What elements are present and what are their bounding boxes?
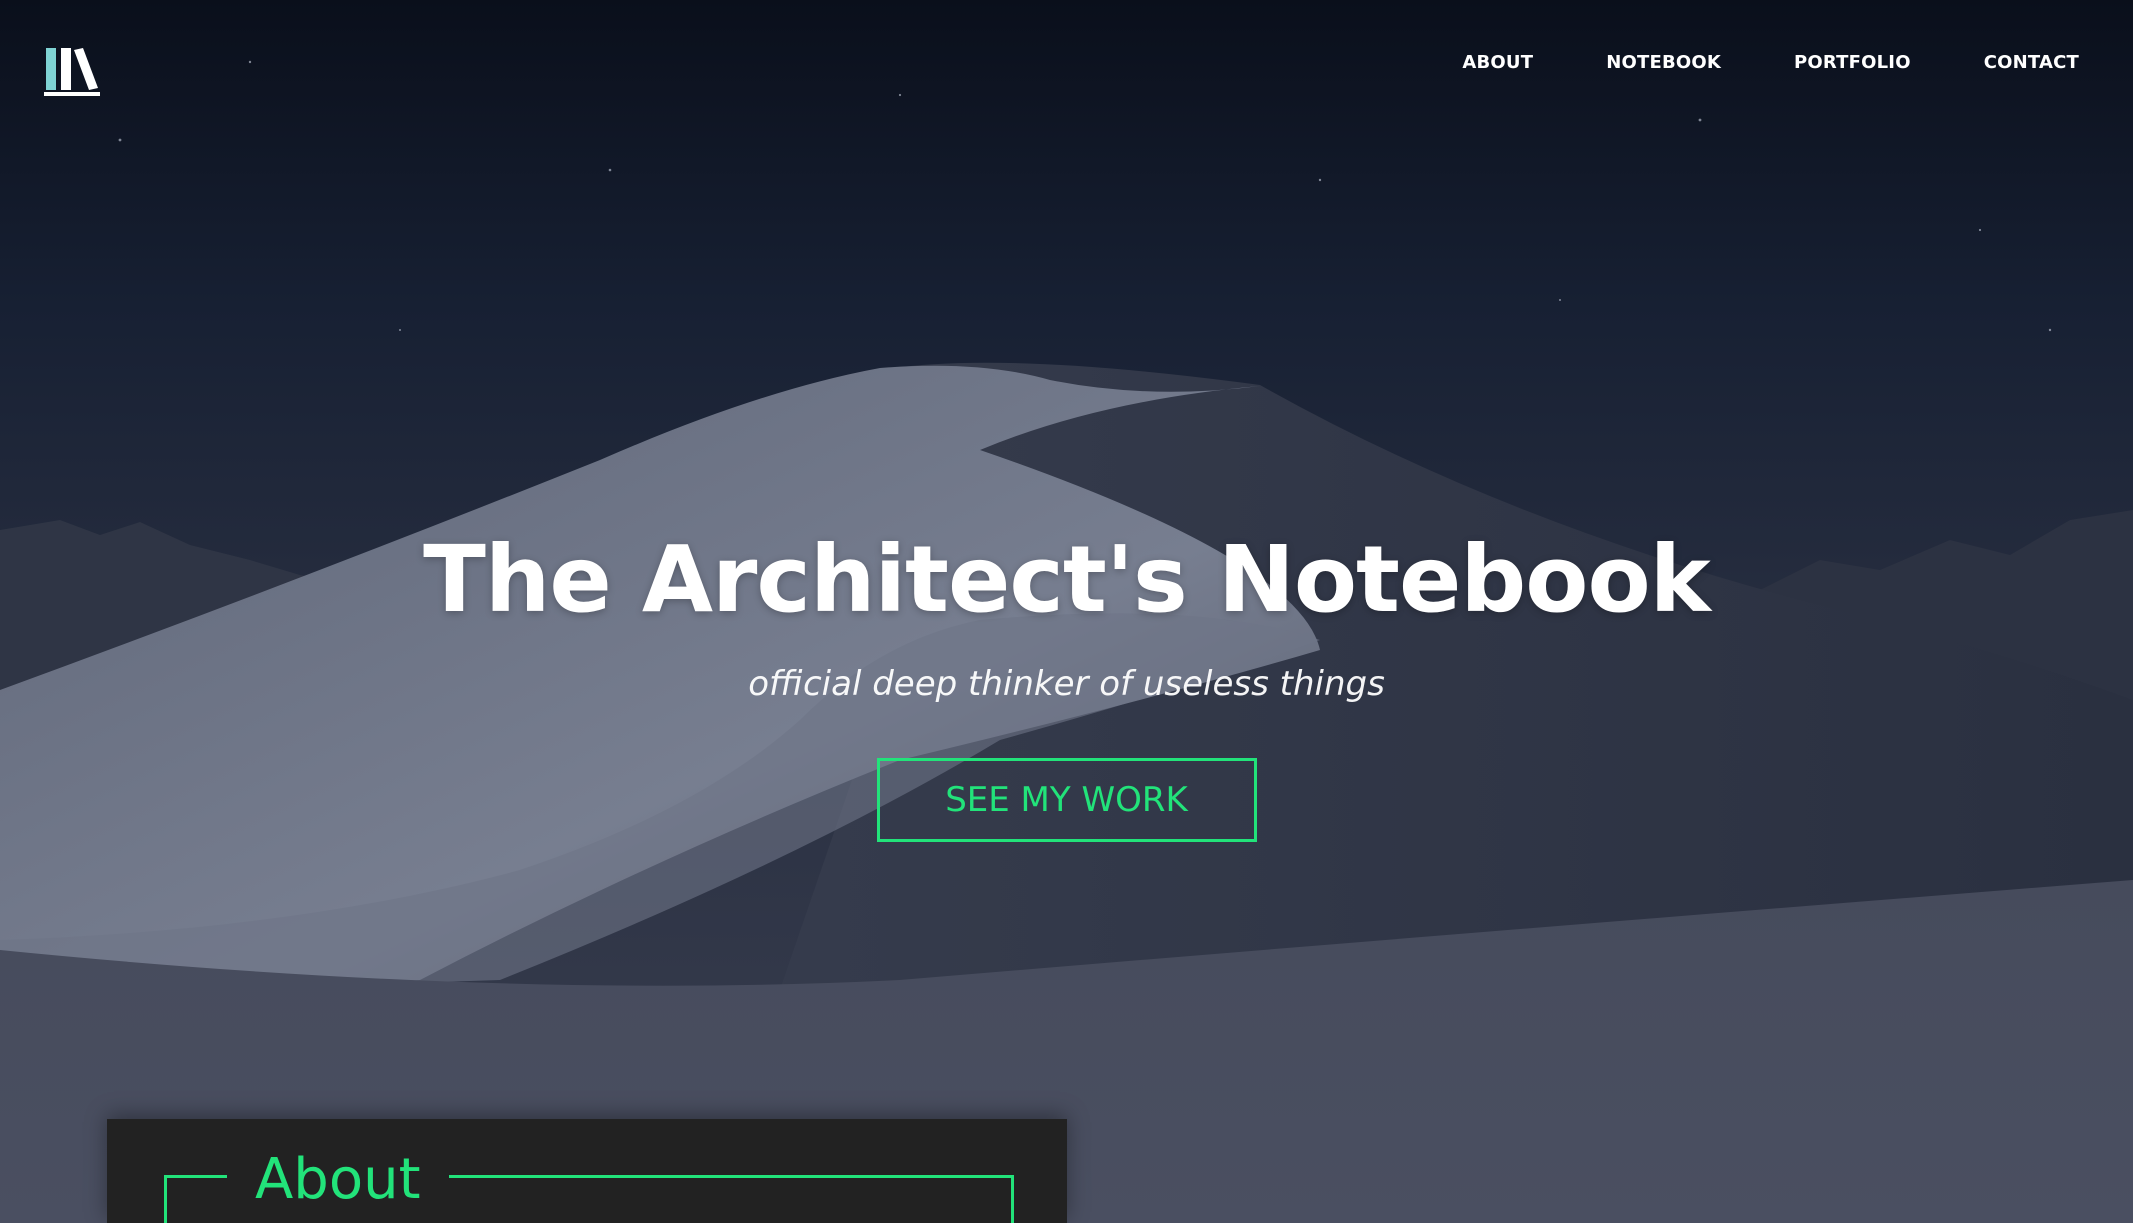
nav-link-about[interactable]: ABOUT: [1462, 52, 1533, 73]
nav-links: ABOUT NOTEBOOK PORTFOLIO CONTACT: [1389, 52, 2079, 73]
hero-title: The Architect's Notebook: [423, 526, 1711, 633]
bookshelf-logo-icon: [44, 48, 100, 96]
about-section-card: About: [107, 1119, 1067, 1223]
bookshelf-icon[interactable]: [44, 46, 100, 98]
hero-subtitle: official deep thinker of useless things: [748, 664, 1385, 704]
see-my-work-button[interactable]: SEE MY WORK: [876, 758, 1257, 842]
top-navigation: ABOUT NOTEBOOK PORTFOLIO CONTACT: [0, 0, 2133, 130]
nav-link-portfolio[interactable]: PORTFOLIO: [1794, 52, 1911, 73]
hero-section: The Architect's Notebook official deep t…: [0, 520, 2133, 842]
page: ABOUT NOTEBOOK PORTFOLIO CONTACT The Arc…: [0, 0, 2133, 1223]
nav-link-contact[interactable]: CONTACT: [1984, 52, 2079, 73]
nav-link-notebook[interactable]: NOTEBOOK: [1606, 52, 1721, 73]
about-heading: About: [227, 1147, 449, 1213]
